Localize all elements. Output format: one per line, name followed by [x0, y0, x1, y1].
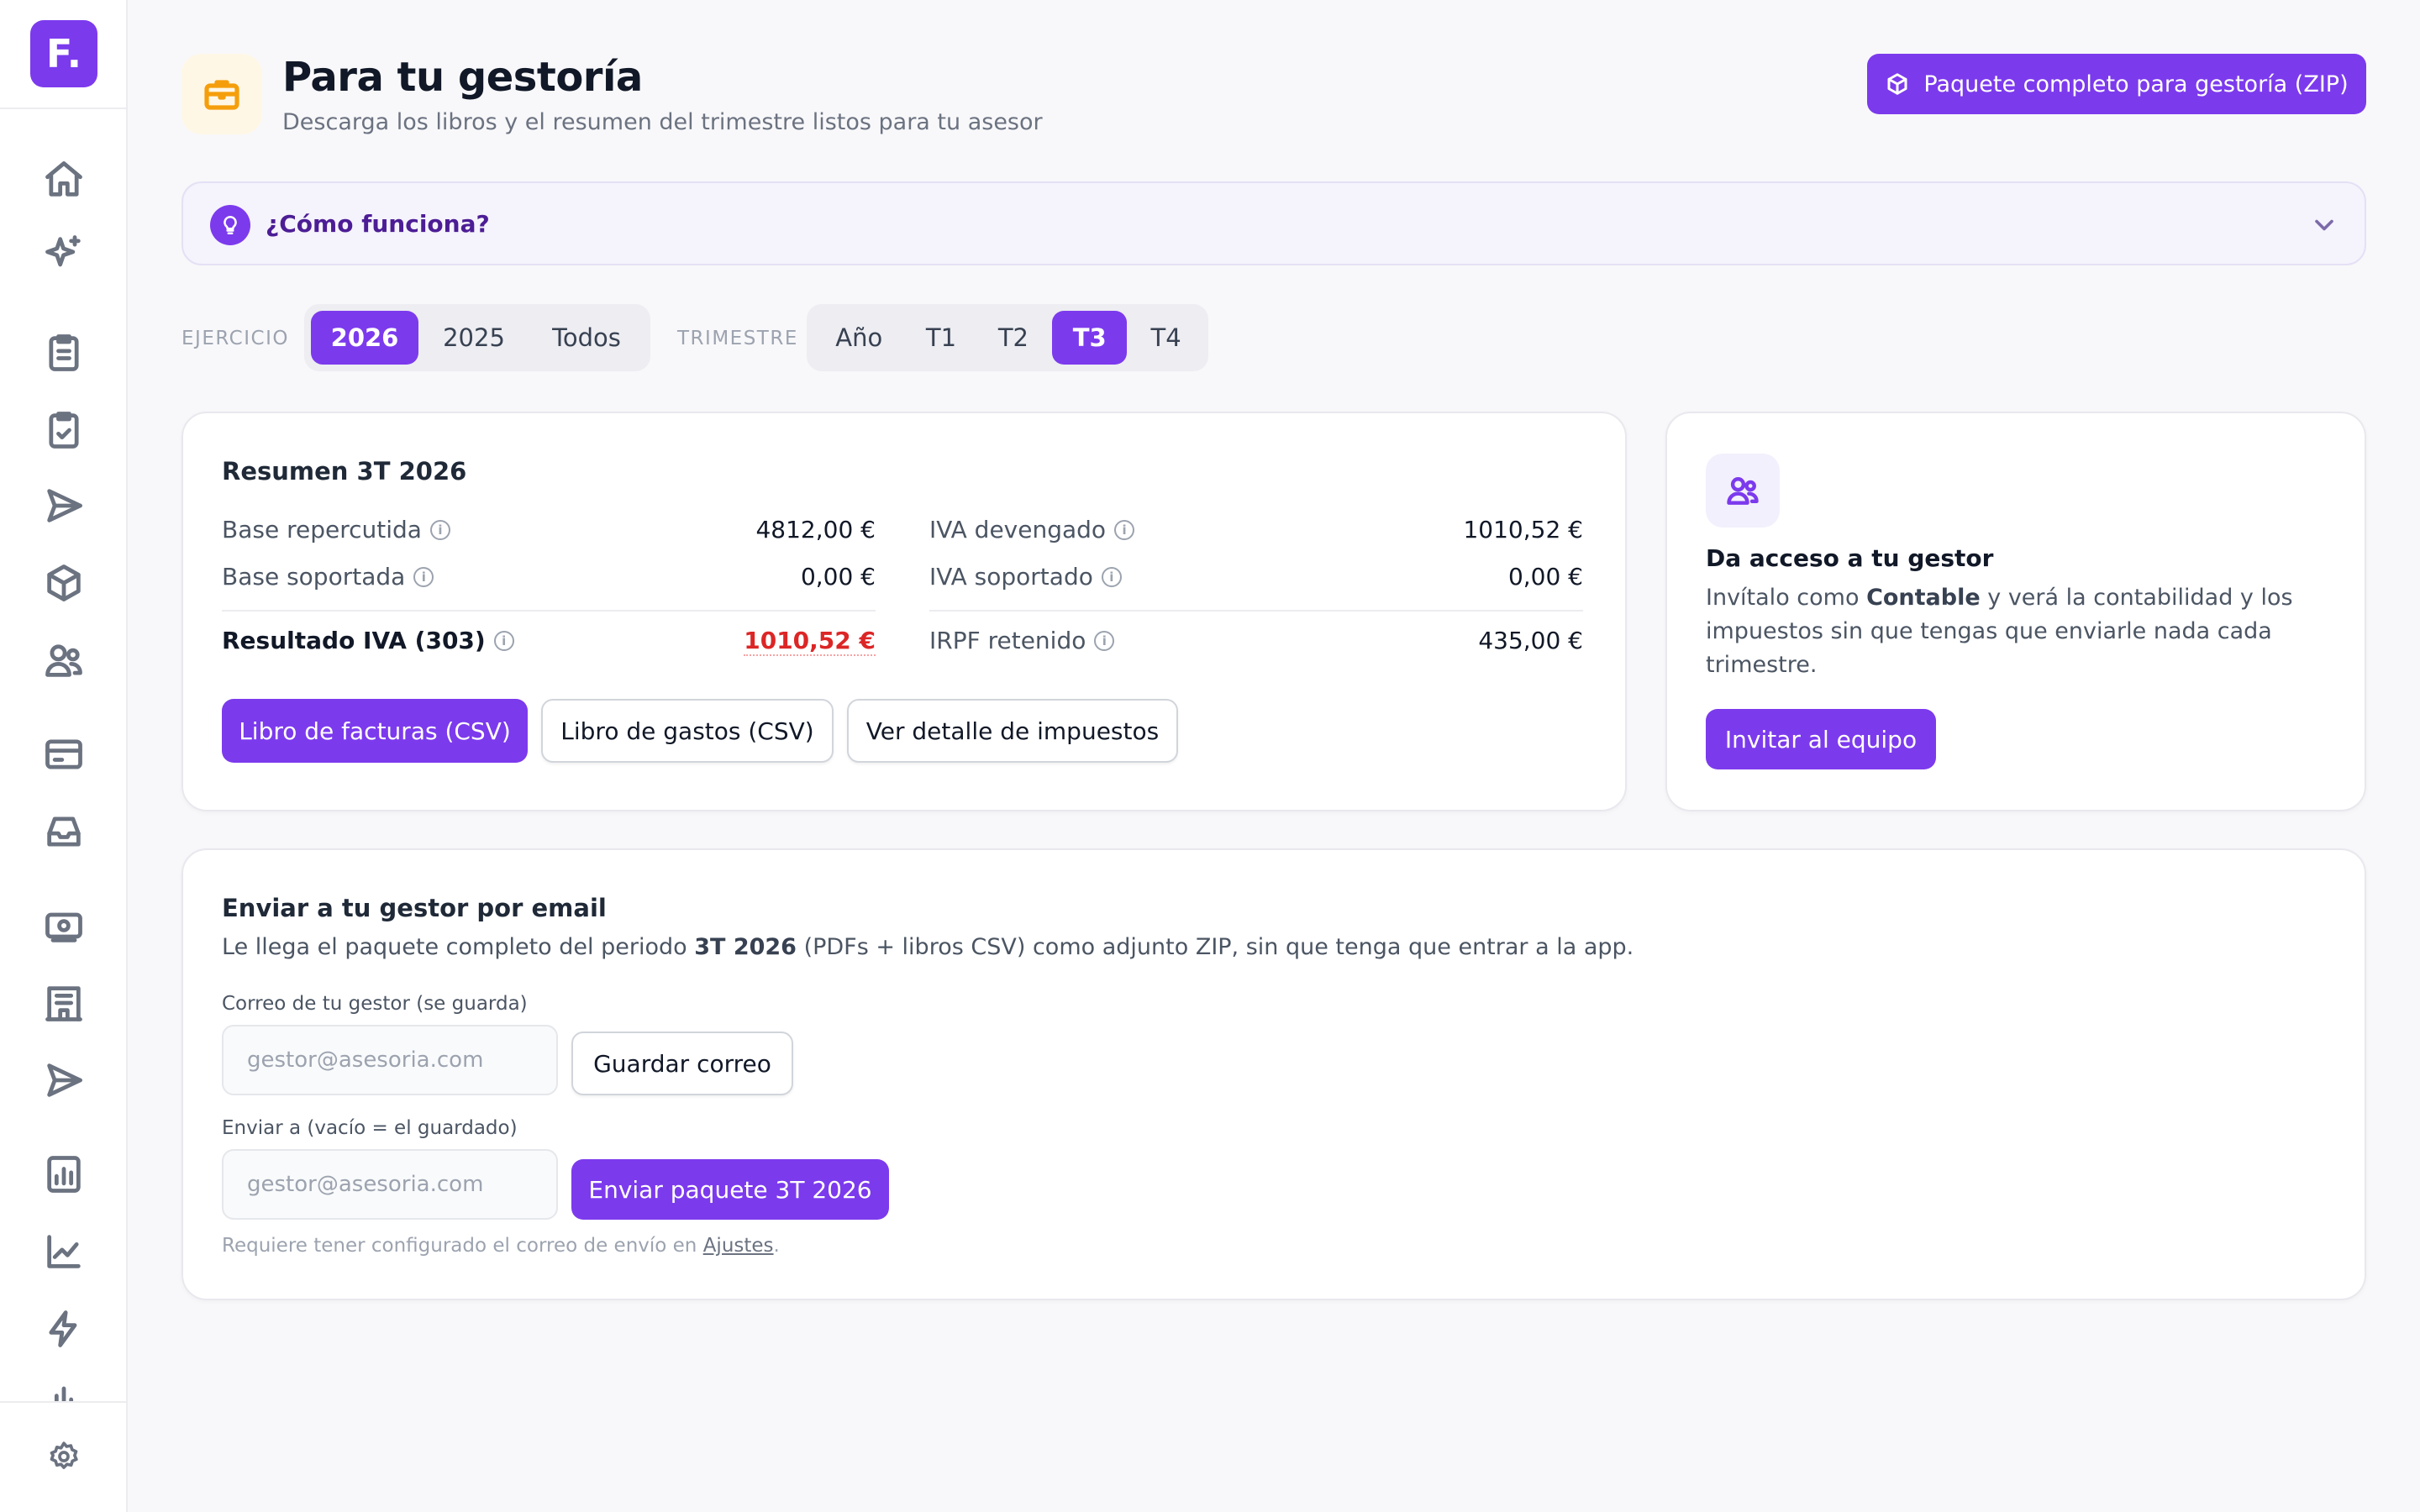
trimestre-option-t2[interactable]: T2 [977, 311, 1049, 365]
irpf-retenido-value: 435,00 € [1478, 627, 1583, 654]
sidebar: F. [0, 0, 128, 1512]
send-to-label: Enviar a (vacío = el guardado) [222, 1117, 518, 1139]
trimestre-option-t3[interactable]: T3 [1052, 311, 1128, 365]
lightbulb-icon [210, 205, 250, 245]
base-soportada-label: Base soportada i [222, 563, 434, 591]
info-icon[interactable]: i [429, 519, 450, 540]
chevron-down-icon[interactable] [2309, 210, 2339, 240]
settings-link[interactable]: Ajustes [703, 1235, 774, 1257]
irpf-retenido-label: IRPF retenido i [929, 627, 1115, 654]
briefcase-icon [182, 54, 262, 134]
iva-soportado-label: IVA soportado i [929, 563, 1122, 591]
card-icon[interactable] [39, 729, 89, 780]
divider [222, 610, 876, 612]
saved-email-input[interactable] [222, 1025, 558, 1095]
info-icon[interactable]: i [1094, 630, 1115, 651]
trimestre-selector: Año T1 T2 T3 T4 [807, 304, 1208, 371]
email-desc-1: Le llega el paquete completo del periodo [222, 934, 695, 960]
ejercicio-option-2026[interactable]: 2026 [311, 311, 418, 365]
send-icon[interactable] [39, 480, 89, 531]
divider [929, 610, 1583, 612]
access-text-1: Invítalo como [1706, 585, 1867, 611]
iva-devengado-value: 1010,52 € [1463, 516, 1583, 543]
ejercicio-selector: 2026 2025 Todos [304, 304, 650, 371]
trimestre-option-t4[interactable]: T4 [1130, 311, 1202, 365]
download-zip-label: Paquete completo para gestoría (ZIP) [1923, 71, 2349, 97]
cash-icon[interactable] [39, 900, 89, 951]
ejercicio-option-2025[interactable]: 2025 [422, 311, 526, 365]
ejercicio-option-todos[interactable]: Todos [529, 311, 644, 365]
trimestre-option-ano[interactable]: Año [813, 311, 905, 365]
package-icon [1887, 73, 1907, 95]
bolt-icon[interactable] [39, 1304, 89, 1354]
access-title: Da acceso a tu gestor [1706, 544, 1994, 572]
resultado-iva-value[interactable]: 1010,52 € [744, 627, 876, 656]
access-role: Contable [1866, 585, 1981, 611]
email-description: Le llega el paquete completo del periodo… [222, 934, 1634, 960]
package-icon[interactable] [39, 558, 89, 608]
building-icon[interactable] [39, 978, 89, 1028]
base-repercutida-label: Base repercutida i [222, 516, 450, 543]
note-text: Requiere tener configurado el correo de … [222, 1235, 703, 1257]
email-title: Enviar a tu gestor por email [222, 894, 607, 922]
info-icon[interactable]: i [1101, 566, 1122, 587]
download-zip-button[interactable]: Paquete completo para gestoría (ZIP) [1867, 54, 2366, 114]
save-email-button[interactable]: Guardar correo [571, 1032, 793, 1095]
libro-gastos-button[interactable]: Libro de gastos (CSV) [541, 699, 834, 763]
resultado-iva-label: Resultado IVA (303) i [222, 627, 514, 654]
summary-title: Resumen 3T 2026 [222, 457, 467, 486]
resultado-iva-value-wrap: 1010,52 € [706, 627, 876, 656]
invoices-icon[interactable] [39, 328, 89, 378]
info-icon[interactable]: i [493, 630, 514, 651]
iva-devengado-label: IVA devengado i [929, 516, 1135, 543]
report-icon[interactable] [39, 1149, 89, 1200]
checklist-icon[interactable] [39, 405, 89, 455]
how-it-works-accordion[interactable]: ¿Cómo funciona? [182, 181, 2366, 265]
info-icon[interactable]: i [413, 566, 434, 587]
iva-soportado-text: IVA soportado [929, 563, 1093, 591]
base-repercutida-value: 4812,00 € [755, 516, 876, 543]
send-to-input[interactable] [222, 1149, 558, 1220]
libro-facturas-button[interactable]: Libro de facturas (CSV) [222, 699, 528, 763]
send-alt-icon[interactable] [39, 1055, 89, 1105]
page-subtitle: Descarga los libros y el resumen del tri… [282, 109, 1043, 135]
saved-email-label: Correo de tu gestor (se guarda) [222, 993, 528, 1015]
divider [0, 108, 126, 109]
email-desc-2: (PDFs + libros CSV) como adjunto ZIP, si… [796, 934, 1634, 960]
chart-line-icon[interactable] [39, 1226, 89, 1277]
page-title: Para tu gestoría [282, 54, 643, 101]
iva-devengado-text: IVA devengado [929, 516, 1107, 543]
settings-note: Requiere tener configurado el correo de … [222, 1235, 780, 1257]
send-package-button[interactable]: Enviar paquete 3T 2026 [571, 1159, 889, 1220]
info-icon[interactable]: i [1114, 519, 1135, 540]
ver-detalle-impuestos-button[interactable]: Ver detalle de impuestos [847, 699, 1178, 763]
trimestre-label: TRIMESTRE [677, 328, 798, 349]
sparkles-icon[interactable] [39, 228, 89, 279]
bar-chart-icon[interactable] [39, 1378, 89, 1403]
trimestre-option-t1[interactable]: T1 [908, 311, 975, 365]
access-description: Invítalo como Contable y verá la contabi… [1706, 581, 2311, 682]
base-soportada-text: Base soportada [222, 563, 406, 591]
home-icon[interactable] [39, 155, 89, 205]
users-icon[interactable] [39, 635, 89, 685]
gear-icon[interactable] [39, 1431, 89, 1482]
resultado-iva-text: Resultado IVA (303) [222, 627, 486, 654]
ejercicio-label: EJERCICIO [182, 328, 289, 349]
note-end: . [773, 1235, 780, 1257]
app-logo[interactable]: F. [30, 20, 97, 87]
invite-team-button[interactable]: Invitar al equipo [1706, 709, 1936, 769]
base-repercutida-text: Base repercutida [222, 516, 422, 543]
base-soportada-value: 0,00 € [800, 563, 876, 591]
iva-soportado-value: 0,00 € [1507, 563, 1583, 591]
how-it-works-label: ¿Cómo funciona? [266, 210, 490, 238]
users-icon [1706, 454, 1780, 528]
irpf-retenido-text: IRPF retenido [929, 627, 1086, 654]
divider [0, 1401, 126, 1403]
email-period: 3T 2026 [694, 934, 797, 960]
inbox-icon[interactable] [39, 806, 89, 857]
